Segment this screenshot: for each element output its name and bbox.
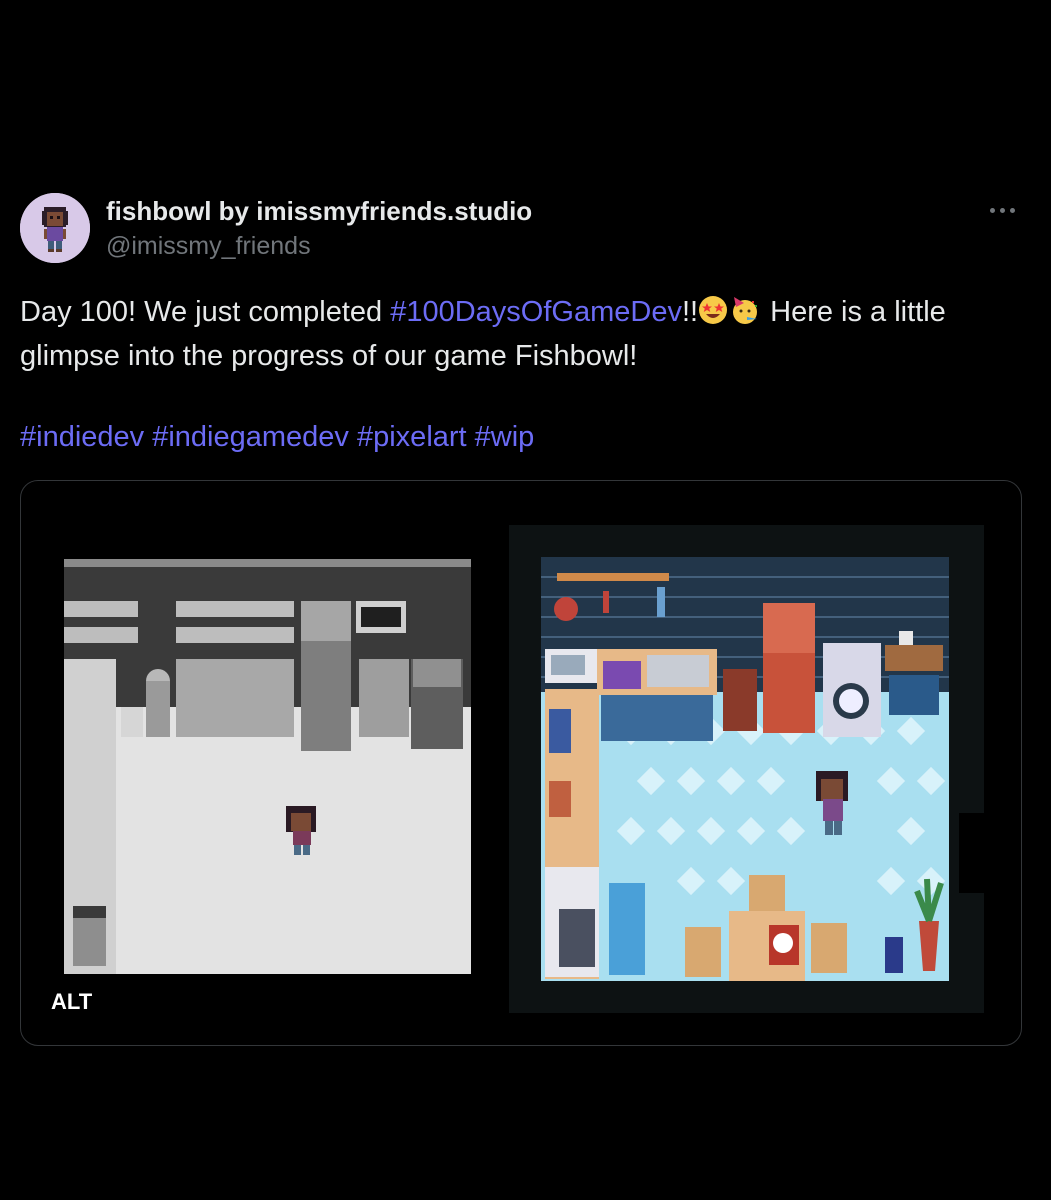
tweet-text-part1: Day 100! We just completed [20,296,391,328]
hashtag-pixelart[interactable]: #pixelart [357,421,467,453]
tweet-text: Day 100! We just completed #100DaysOfGam… [20,290,1030,378]
media-image [64,525,984,1013]
hashtag-line: #indiedev #indiegamedev #pixelart #wip [20,415,534,459]
avatar[interactable] [20,193,90,263]
hashtag-indiedev[interactable]: #indiedev [20,421,144,453]
alt-text-badge[interactable]: ALT [39,985,105,1019]
author-handle[interactable]: @imissmy_friends [106,232,311,261]
tweet-text-part2: !! [681,296,699,328]
avatar-character-icon [20,193,90,263]
hashtag-indiegamedev[interactable]: #indiegamedev [152,421,349,453]
more-options-icon[interactable] [990,204,1018,218]
grayscale-prototype-image [64,559,471,974]
pixel-art-kitchen-image [509,525,984,1013]
star-struck-emoji-icon [699,296,728,324]
media-attachment[interactable]: ALT [20,480,1022,1046]
author-display-name[interactable]: fishbowl by imissmyfriends.studio [106,196,532,227]
hashtag-wip[interactable]: #wip [475,421,535,453]
hashtag-100daysofgamedev[interactable]: #100DaysOfGameDev [390,296,682,328]
partying-face-emoji-icon [733,297,758,324]
